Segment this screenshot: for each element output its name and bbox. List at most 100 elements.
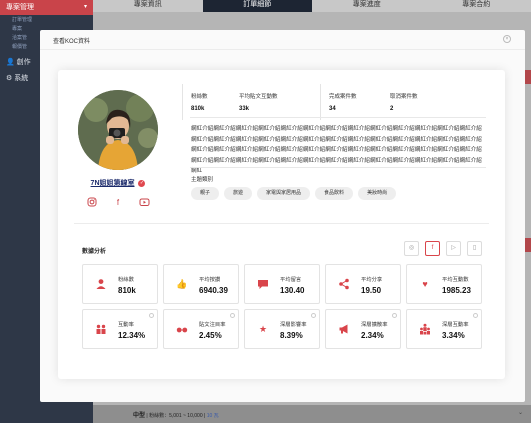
youtube-filter-icon[interactable]: ▷ xyxy=(446,241,461,256)
metric-card: 平均分享 19.50 xyxy=(325,264,401,304)
chevron-down-icon[interactable]: ⌄ xyxy=(518,409,523,416)
people-icon xyxy=(95,323,107,335)
profile-card: 7N姐姐第線室 ✓ f 粉絲數 810k 平均貼文互動數 33k 完成案件數 3… xyxy=(58,70,505,379)
metric-card: ♥ 平均互動數 1985.23 xyxy=(406,264,482,304)
category-chip: 食品飲料 xyxy=(315,187,354,200)
person-icon: 👤 xyxy=(6,59,15,66)
person-icon xyxy=(95,278,107,290)
divider xyxy=(190,167,486,168)
info-icon[interactable] xyxy=(392,313,397,318)
info-icon[interactable] xyxy=(473,313,478,318)
info-icon[interactable] xyxy=(149,313,154,318)
close-icon[interactable]: × xyxy=(503,35,511,43)
stat-followers: 粉絲數 810k xyxy=(191,92,208,112)
sidebar-sub-item[interactable]: 訂單管理 xyxy=(0,15,93,24)
stat-value: 33k xyxy=(239,106,250,112)
tab-order-details[interactable]: 訂單細節 xyxy=(202,0,312,12)
metric-value: 12.34% xyxy=(118,331,146,340)
info-icon[interactable] xyxy=(311,313,316,318)
verified-icon: ✓ xyxy=(138,179,146,187)
metric-value: 6940.39 xyxy=(199,286,228,295)
chat-icon xyxy=(257,278,269,290)
sidebar-menu-label: 專案管理 xyxy=(6,4,34,11)
koc-modal: 查看KOC資料 × 7N姐姐第線室 ✓ f 粉絲數 810k 平均貼文互動數 3… xyxy=(40,30,525,402)
metric-label: 粉絲數 xyxy=(118,277,134,283)
sidebar-group-label: 創作 xyxy=(16,59,31,66)
avatar xyxy=(78,90,158,170)
metric-label: 平均互動數 xyxy=(442,277,469,283)
tab-project-contract[interactable]: 專案合約 xyxy=(421,0,531,12)
metric-card: 貼文注目率 2.45% xyxy=(163,309,239,349)
modal-title: 查看KOC資料 xyxy=(53,39,91,45)
glasses-icon xyxy=(176,323,188,335)
metric-card: 粉絲數 810k xyxy=(82,264,158,304)
stat-completed-cases: 完成案件數 34 xyxy=(329,92,357,112)
divider xyxy=(190,117,486,118)
star-icon: ★ xyxy=(258,324,268,334)
category-chip: 家電與家居用品 xyxy=(257,187,311,200)
tier-range: | 粉絲數：5,001 ~ 10,000 | xyxy=(146,413,206,419)
metric-card: 互動率 12.34% xyxy=(82,309,158,349)
stat-value: 2 xyxy=(390,106,394,112)
metric-value: 2.34% xyxy=(361,331,384,340)
analytics-title: 數據分析 xyxy=(82,249,107,255)
thumbs-up-icon: 👍 xyxy=(176,279,188,289)
metric-value: 2.45% xyxy=(199,331,222,340)
tab-project-info[interactable]: 專案資訊 xyxy=(93,0,203,12)
metric-label: 深層影響率 xyxy=(280,322,307,328)
gear-icon: ⚙ xyxy=(6,75,13,82)
stat-label: 平均貼文互動數 xyxy=(239,94,278,100)
metric-label: 平均留言 xyxy=(280,277,302,283)
blog-filter-icon[interactable]: ▯ xyxy=(467,241,482,256)
sidebar-menu-project-management[interactable]: 專案管理 ▾ xyxy=(0,0,93,15)
metric-value: 8.39% xyxy=(280,331,303,340)
category-chip: 旅遊 xyxy=(224,187,253,200)
koc-name-link[interactable]: 7N姐姐第線室 xyxy=(91,180,135,187)
instagram-icon[interactable] xyxy=(86,197,97,208)
category-title: 主題類別 xyxy=(191,177,214,183)
stat-label: 完成案件數 xyxy=(329,94,357,100)
metric-card: 平均留言 130.40 xyxy=(244,264,320,304)
tab-project-progress[interactable]: 專案進度 xyxy=(312,0,422,12)
stat-label: 粉絲數 xyxy=(191,94,208,100)
metric-value: 130.40 xyxy=(280,286,305,295)
share-icon xyxy=(338,278,350,290)
modal-header: 查看KOC資料 × xyxy=(40,30,525,50)
stat-value: 34 xyxy=(329,106,336,112)
info-icon[interactable] xyxy=(230,313,235,318)
divider xyxy=(320,84,321,120)
metric-value: 810k xyxy=(118,286,136,295)
metric-label: 平均按讚 xyxy=(199,277,221,283)
crowd-icon xyxy=(419,323,431,335)
chevron-down-icon: ▾ xyxy=(83,4,87,10)
facebook-filter-icon[interactable]: f xyxy=(425,241,440,256)
section-divider xyxy=(74,223,489,224)
metric-card: 👍 平均按讚 6940.39 xyxy=(163,264,239,304)
heart-icon: ♥ xyxy=(422,279,428,289)
stat-cancelled-cases: 取消案件數 2 xyxy=(390,92,418,112)
tab-bar: 專案資訊 訂單細節 專案進度 專案合約 xyxy=(93,0,531,12)
metric-label: 深層擴散率 xyxy=(361,322,388,328)
metric-label: 平均分享 xyxy=(361,277,383,283)
metric-card: 深層互動率 3.34% xyxy=(406,309,482,349)
tier-label: 中型 xyxy=(133,413,146,419)
metric-label: 貼文注目率 xyxy=(199,322,226,328)
metric-value: 19.50 xyxy=(361,286,382,295)
platform-filter: ◎ f ▷ ▯ xyxy=(404,241,482,256)
category-chips: 親子 旅遊 家電與家居用品 食品飲料 美妝時尚 xyxy=(191,187,397,200)
sidebar-group-label: 系統 xyxy=(14,75,29,82)
koc-description: 網紅介紹網紅介紹網紅介紹網紅介紹網紅介紹網紅介紹網紅介紹網紅介紹網紅介紹網紅介紹… xyxy=(191,126,482,175)
metric-card: ★ 深層影響率 8.39% xyxy=(244,309,320,349)
facebook-icon[interactable]: f xyxy=(113,197,124,208)
metric-label: 互動率 xyxy=(118,322,134,328)
footer-tier-bar: 中型 | 粉絲數：5,001 ~ 10,000 | 10 瓦 ⌄ xyxy=(93,405,531,423)
stat-value: 810k xyxy=(191,106,205,112)
instagram-filter-icon[interactable]: ◎ xyxy=(404,241,419,256)
category-chip: 親子 xyxy=(191,187,220,200)
tier-count: 10 瓦 xyxy=(206,413,219,419)
youtube-icon[interactable] xyxy=(139,197,150,208)
koc-name-row: 7N姐姐第線室 ✓ xyxy=(58,178,178,188)
category-chip: 美妝時尚 xyxy=(358,187,397,200)
metric-value: 1985.23 xyxy=(442,286,471,295)
social-links: f xyxy=(86,197,150,208)
